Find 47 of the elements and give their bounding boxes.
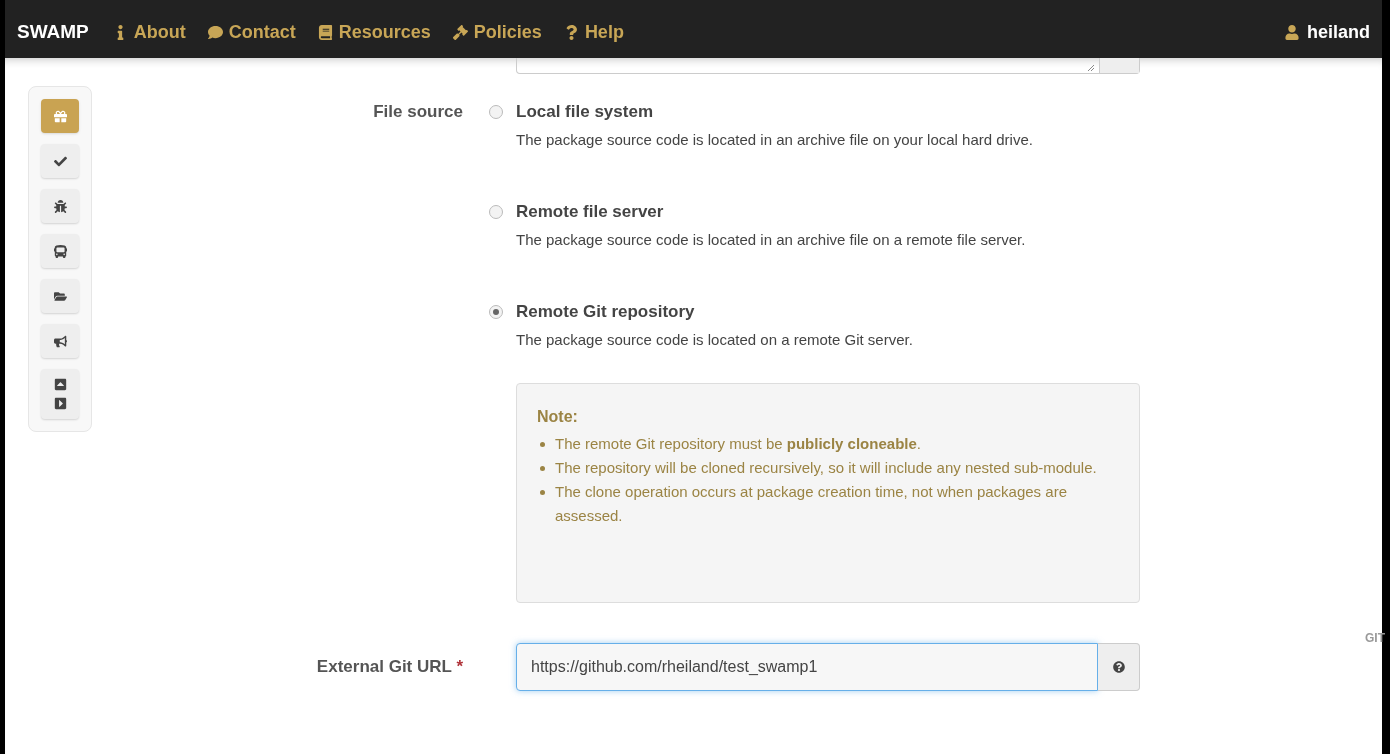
sidebar-button[interactable] — [41, 144, 79, 178]
sidebar-button[interactable] — [41, 369, 79, 419]
sidebar-button[interactable] — [41, 324, 79, 358]
note-item: The repository will be cloned recursively, so it will include any nested sub-module. — [555, 458, 1098, 478]
nav-link[interactable]: Resources — [317, 18, 431, 46]
sidebar-button[interactable] — [41, 189, 79, 223]
option-title: Remote file server — [516, 202, 665, 222]
help-icon — [1112, 661, 1125, 673]
bullet-icon — [540, 466, 545, 471]
option-description: The package source code is located in an archive file on your local hard drive. — [516, 130, 1034, 150]
user-icon — [1285, 24, 1299, 40]
sidebar-button[interactable] — [41, 234, 79, 268]
nav-link[interactable]: Help — [563, 18, 624, 46]
option-title: Local file system — [516, 102, 654, 122]
note-item: The remote Git repository must be publicly cloneable. — [555, 434, 922, 454]
text-area-field[interactable] — [516, 58, 1140, 74]
check-icon — [53, 154, 67, 168]
gift-icon — [53, 109, 67, 123]
megaphone-icon — [53, 334, 67, 348]
note-item: The clone operation occurs at package creation time, not when packages are assessed. — [555, 482, 1068, 526]
required-mark: * — [456, 657, 463, 676]
bullet-icon — [540, 490, 545, 495]
radio-button[interactable] — [489, 205, 503, 219]
option-description: The package source code is located in an archive file on a remote file server. — [516, 230, 1027, 250]
sidebar-button[interactable] — [41, 279, 79, 313]
radio-button[interactable] — [489, 305, 503, 319]
bus-icon — [53, 244, 67, 258]
option-description: The package source code is located on a remote Git server. — [516, 330, 914, 350]
brand-link[interactable]: SWAMP — [17, 17, 89, 47]
radio-button[interactable] — [489, 105, 503, 119]
field-label: External Git URL — [316, 657, 452, 676]
git-url-input-field[interactable]: https://github.com/rheiland/test_swamp1 — [516, 643, 1098, 691]
nav-link[interactable]: About — [112, 18, 186, 46]
book-icon — [317, 24, 333, 40]
note-title: Note: — [537, 407, 579, 427]
bug-icon — [53, 199, 67, 213]
user-menu-link[interactable]: heiland — [1285, 18, 1370, 46]
resize-handle-icon — [1087, 64, 1095, 72]
nav-link[interactable]: Contact — [207, 18, 296, 46]
help-button[interactable] — [1098, 643, 1140, 691]
gavel-icon — [452, 24, 468, 40]
field-label: File source — [372, 102, 463, 123]
bullet-icon — [540, 442, 545, 447]
option-title: Remote Git repository — [516, 302, 696, 322]
folder-open-icon — [53, 289, 67, 303]
nav-link[interactable]: Policies — [452, 18, 542, 46]
speech-bubble-icon — [207, 24, 223, 40]
